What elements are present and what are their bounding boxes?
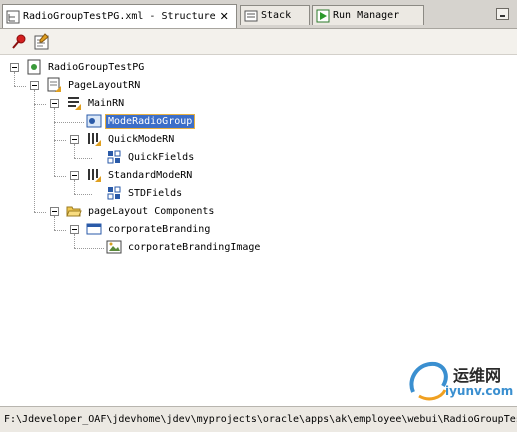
pin-button[interactable] [10, 33, 28, 51]
properties-icon [34, 33, 49, 50]
tree-node-label: corporateBranding [108, 223, 211, 235]
minimize-button[interactable] [496, 8, 509, 20]
status-bar: F:\Jdeveloper_OAF\jdevhome\jdev\myprojec… [0, 406, 517, 432]
collapse-toggle[interactable] [50, 207, 59, 216]
tree-node-label: PageLayoutRN [68, 79, 141, 91]
stack-layout-icon [88, 169, 101, 182]
radio-group-icon [86, 114, 102, 128]
tree-node-label: QuickFields [128, 151, 195, 163]
tree-node-label: pageLayout Components [88, 205, 215, 217]
tree-node-label: RadioGroupTestPG [48, 61, 145, 73]
tree-node-label: QuickModeRN [108, 133, 175, 145]
stack-layout-icon [88, 133, 101, 146]
status-path: F:\Jdeveloper_OAF\jdevhome\jdev\myprojec… [4, 414, 517, 425]
tree-node-label: corporateBrandingImage [128, 241, 261, 253]
tree-node-pagelayout-components[interactable]: pageLayout Components [66, 202, 216, 220]
tree-node-corporatebranding[interactable]: corporateBranding [86, 220, 212, 238]
page-layout-icon [47, 77, 61, 92]
fields-icon [107, 186, 121, 200]
watermark-line1: 运维网 [453, 366, 502, 385]
collapse-toggle[interactable] [70, 135, 79, 144]
tree-node-label: MainRN [88, 97, 125, 109]
tab-run-manager[interactable]: Run Manager [312, 5, 424, 25]
image-icon [106, 240, 122, 254]
page-icon [27, 59, 41, 75]
tree-node-quickfields[interactable]: QuickFields [106, 148, 196, 166]
pin-icon [12, 34, 26, 49]
tab-bar: RadioGroupTestPG.xml - Structure ✕ Stack… [0, 0, 517, 29]
toolbar [0, 29, 517, 55]
region-icon [68, 97, 81, 110]
structure-tree: RadioGroupTestPG PageLayoutRN MainRN Mod… [0, 55, 517, 406]
fields-icon [107, 150, 121, 164]
branding-icon [86, 223, 102, 235]
collapse-toggle[interactable] [70, 225, 79, 234]
collapse-toggle[interactable] [10, 63, 19, 72]
tree-node-moderadiogroup[interactable]: ModeRadioGroup [86, 112, 196, 130]
structure-icon [6, 10, 20, 23]
tab-structure[interactable]: RadioGroupTestPG.xml - Structure ✕ [2, 4, 237, 28]
tree-node-label: ModeRadioGroup [104, 113, 196, 129]
properties-button[interactable] [33, 33, 51, 51]
run-manager-icon [316, 9, 330, 22]
collapse-toggle[interactable] [70, 171, 79, 180]
collapse-toggle[interactable] [50, 99, 59, 108]
collapse-toggle[interactable] [30, 81, 39, 90]
watermark-logo: 运维网 iyunv.com [405, 358, 515, 404]
tree-node-label: STDFields [128, 187, 183, 199]
tree-node-quickmodern[interactable]: QuickModeRN [86, 130, 176, 148]
folder-open-icon [66, 206, 82, 217]
tab-run-manager-label: Run Manager [333, 10, 400, 21]
tree-node-root[interactable]: RadioGroupTestPG [26, 58, 146, 76]
tree-node-label: StandardModeRN [108, 169, 193, 181]
tree-node-standardmodern[interactable]: StandardModeRN [86, 166, 194, 184]
tab-stack-label: Stack [261, 10, 292, 21]
tree-node-corporatebrandingimage[interactable]: corporateBrandingImage [106, 238, 262, 256]
close-icon[interactable]: ✕ [220, 10, 229, 23]
tree-node-pagelayout[interactable]: PageLayoutRN [46, 76, 142, 94]
tree-node-stdfields[interactable]: STDFields [106, 184, 184, 202]
tab-structure-label: RadioGroupTestPG.xml - Structure [23, 11, 216, 22]
stack-icon [244, 10, 258, 21]
tree-node-mainrn[interactable]: MainRN [66, 94, 126, 112]
watermark-line2: iyunv.com [445, 384, 514, 398]
tab-stack[interactable]: Stack [240, 5, 310, 25]
